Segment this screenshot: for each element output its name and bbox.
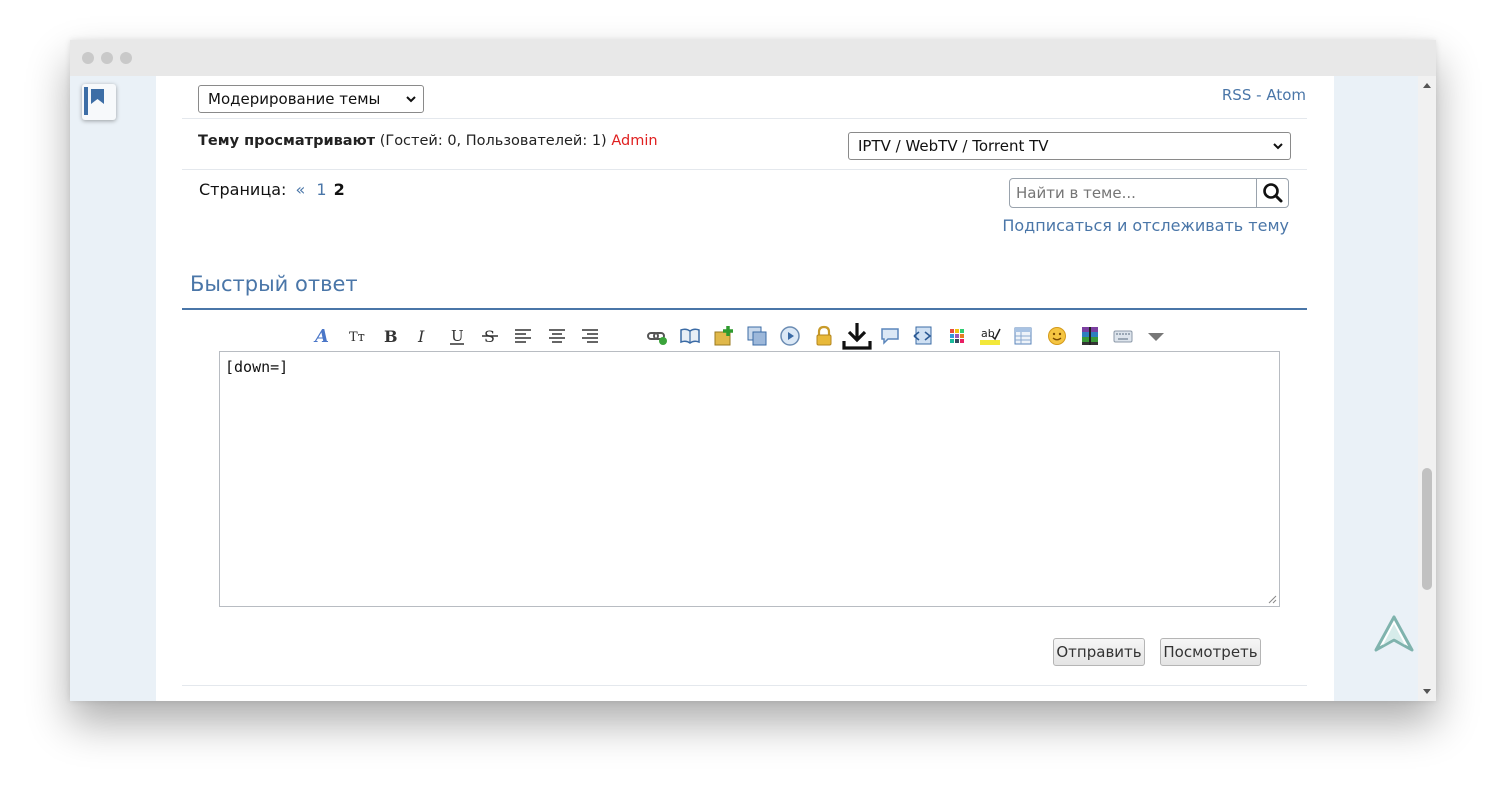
forum-jump-select[interactable]: IPTV / WebTV / Torrent TV — [848, 132, 1291, 160]
code-icon[interactable] — [911, 324, 935, 348]
app-logo-icon[interactable] — [1372, 614, 1416, 654]
color-grid-icon[interactable] — [945, 324, 969, 348]
submit-button[interactable]: Отправить — [1053, 638, 1145, 666]
strikethrough-icon[interactable]: S — [478, 324, 502, 348]
feed-links: RSS - Atom — [1222, 86, 1306, 104]
feed-separator: - — [1256, 86, 1262, 104]
divider — [182, 118, 1307, 119]
chevron-down-icon — [406, 96, 416, 103]
viewer-user-link[interactable]: Admin — [611, 133, 657, 149]
table-icon[interactable] — [1011, 324, 1035, 348]
message-editor[interactable]: [down=] — [219, 351, 1280, 607]
more-dropdown-icon[interactable] — [1144, 324, 1168, 348]
chevron-down-icon — [1273, 143, 1283, 150]
book-icon[interactable] — [678, 324, 702, 348]
resize-handle-icon[interactable] — [1267, 594, 1277, 604]
speech-bubble-icon[interactable] — [878, 324, 902, 348]
viewers-counts: (Гостей: 0, Пользователей: 1) — [379, 133, 607, 149]
svg-text:B: B — [384, 327, 398, 346]
divider — [182, 169, 1307, 170]
align-center-icon[interactable] — [545, 324, 569, 348]
viewers-label: Тему просматривают — [198, 133, 376, 149]
window-dot-close[interactable] — [82, 52, 94, 64]
font-size-icon[interactable]: Tт — [345, 324, 369, 348]
pagination-label: Страница: — [199, 180, 287, 199]
lock-icon[interactable] — [812, 324, 836, 348]
pagination: Страница: « 1 2 — [199, 180, 345, 199]
editor-text: [down=] — [225, 358, 289, 376]
align-right-icon[interactable] — [578, 324, 602, 348]
bookmark-button[interactable] — [82, 84, 116, 120]
forum-jump-value: IPTV / WebTV / Torrent TV — [858, 137, 1049, 155]
smiley-icon[interactable] — [1045, 324, 1069, 348]
download-icon[interactable] — [841, 320, 873, 352]
svg-text:Tт: Tт — [349, 330, 365, 345]
title-bar — [70, 40, 1436, 76]
subscribe-link[interactable]: Подписаться и отслеживать тему — [1002, 216, 1289, 235]
spellcheck-icon[interactable]: ab — [978, 324, 1002, 348]
content-panel: Модерирование темы RSS - Atom Тему просм… — [156, 76, 1334, 701]
copy-icon[interactable] — [745, 324, 769, 348]
window-dot-maximize[interactable] — [120, 52, 132, 64]
align-left-icon[interactable] — [511, 324, 535, 348]
bookmark-icon — [84, 87, 104, 115]
keyboard-icon[interactable] — [1111, 324, 1135, 348]
quick-reply-title: Быстрый ответ — [190, 272, 358, 296]
archive-icon[interactable] — [1078, 324, 1102, 348]
svg-text:ab: ab — [981, 327, 995, 340]
moderation-select[interactable]: Модерирование темы — [198, 85, 424, 113]
scrollbar-thumb[interactable] — [1422, 468, 1432, 590]
preview-button[interactable]: Посмотреть — [1160, 638, 1261, 666]
quick-reply-underline — [182, 308, 1307, 310]
font-color-icon[interactable]: A — [311, 324, 335, 348]
viewers-info: Тему просматривают (Гостей: 0, Пользоват… — [198, 133, 658, 149]
window-dot-minimize[interactable] — [101, 52, 113, 64]
search-icon — [1263, 183, 1283, 203]
link-icon[interactable] — [645, 324, 669, 348]
italic-icon[interactable]: I — [411, 324, 435, 348]
search-input[interactable] — [1010, 179, 1256, 207]
search-button[interactable] — [1256, 179, 1288, 207]
divider — [182, 685, 1307, 686]
svg-text:A: A — [313, 326, 329, 347]
pagination-page-1[interactable]: 1 — [316, 180, 326, 199]
svg-text:I: I — [417, 327, 425, 346]
browser-window: Модерирование темы RSS - Atom Тему просм… — [70, 40, 1436, 701]
page-viewport: Модерирование темы RSS - Atom Тему просм… — [70, 76, 1436, 701]
rss-link[interactable]: RSS — [1222, 86, 1251, 104]
atom-link[interactable]: Atom — [1266, 86, 1306, 104]
add-image-icon[interactable] — [712, 324, 736, 348]
search-box — [1009, 178, 1289, 208]
play-icon[interactable] — [778, 324, 802, 348]
pagination-current: 2 — [333, 180, 345, 199]
pagination-prev[interactable]: « — [296, 180, 306, 199]
svg-text:U: U — [451, 327, 464, 345]
moderation-select-value: Модерирование темы — [208, 90, 381, 108]
scroll-down-arrow-icon[interactable] — [1418, 685, 1436, 697]
scrollbar[interactable] — [1418, 76, 1436, 701]
scroll-up-arrow-icon[interactable] — [1418, 80, 1436, 92]
underline-icon[interactable]: U — [445, 324, 469, 348]
bold-icon[interactable]: B — [378, 324, 402, 348]
